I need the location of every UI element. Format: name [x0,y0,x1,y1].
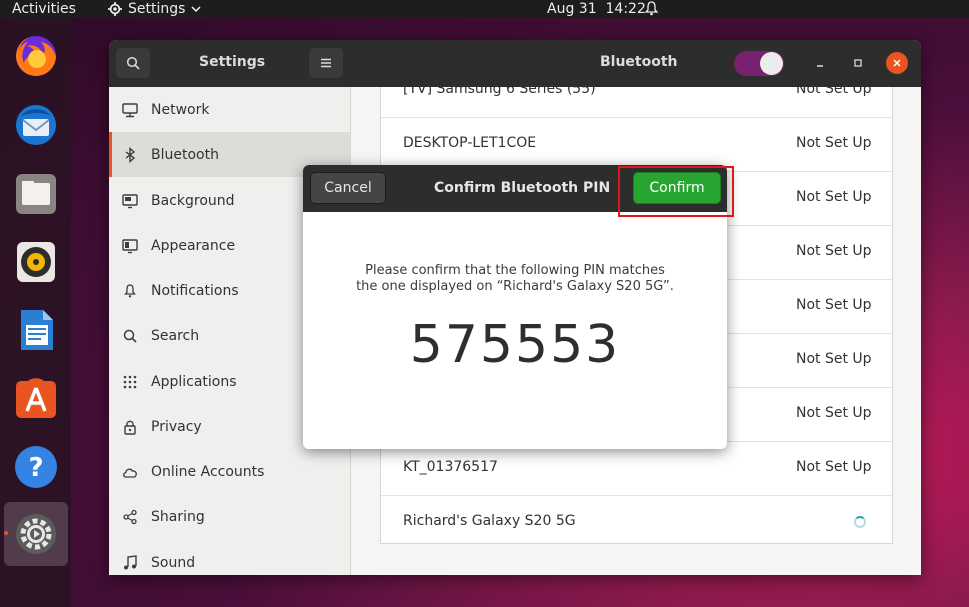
chevron-down-icon [191,6,201,13]
svg-text:?: ? [28,453,43,483]
device-row[interactable]: [TV] Samsung 6 Series (55) Not Set Up [381,87,892,118]
search-icon [122,328,138,344]
rhythmbox-icon[interactable] [12,238,60,286]
device-status: Not Set Up [796,189,872,205]
cloud-icon [122,464,138,480]
device-status: Not Set Up [796,459,872,475]
loading-spinner-icon [854,516,866,528]
header-bar: Settings Bluetooth [109,40,921,87]
gear-icon [108,2,122,16]
cancel-button[interactable]: Cancel [310,172,386,204]
confirm-pin-dialog: Cancel Confirm Bluetooth PIN Confirm Ple… [303,165,727,449]
appearance-icon [122,238,138,254]
dialog-header: Cancel Confirm Bluetooth PIN Confirm [303,165,727,212]
search-icon [126,56,140,70]
panel-title: Bluetooth [600,54,678,70]
sidebar-item-label: Network [151,101,210,118]
clock-date: Aug 31 [547,1,597,17]
settings-title: Settings [199,54,266,70]
toggle-knob [760,52,783,75]
device-status: Not Set Up [796,135,872,151]
clock-time: 14:22 [605,1,646,17]
device-row[interactable]: DESKTOP-LET1COE Not Set Up [381,118,892,172]
device-name: Richard's Galaxy S20 5G [403,513,576,529]
dialog-message: Please confirm that the following PIN ma… [303,263,727,295]
close-button[interactable] [886,52,908,74]
firefox-icon[interactable] [12,32,60,80]
device-name: DESKTOP-LET1COE [403,135,537,151]
confirm-button[interactable]: Confirm [633,172,721,204]
settings-icon[interactable] [12,510,60,558]
sidebar-item-network[interactable]: Network [109,87,350,132]
thunderbird-icon[interactable] [12,101,60,149]
sidebar-item-sharing[interactable]: Sharing [109,494,350,539]
lock-icon [122,419,138,435]
sidebar-item-label: Sound [151,554,196,571]
device-row[interactable]: KT_01376517 Not Set Up [381,442,892,496]
share-icon [122,509,138,525]
bluetooth-icon [122,146,138,163]
sidebar-item-label: Background [151,192,235,209]
device-status: Not Set Up [796,297,872,313]
network-icon [122,102,138,118]
bluetooth-toggle[interactable] [734,51,784,76]
top-bar: Activities Settings Aug 31 14:22 [0,0,969,18]
hamburger-icon [321,58,331,68]
device-status: Not Set Up [796,243,872,259]
device-row[interactable]: Richard's Galaxy S20 5G [381,496,892,543]
sidebar-item-label: Bluetooth [151,146,219,163]
files-icon[interactable] [12,170,60,218]
software-center-icon[interactable] [12,374,60,422]
sidebar-item-label: Online Accounts [151,463,265,480]
app-menu[interactable]: Settings [108,0,201,18]
dialog-message-line-1: Please confirm that the following PIN ma… [365,263,665,278]
pin-code: 575553 [409,315,621,375]
sidebar-item-label: Search [151,327,200,344]
sidebar-item-label: Appearance [151,237,236,254]
sidebar-item-sound[interactable]: Sound [109,540,350,575]
dialog-title: Confirm Bluetooth PIN [434,180,611,196]
close-icon [893,59,901,67]
sidebar-item-label: Privacy [151,418,202,435]
activities-button[interactable]: Activities [12,0,76,18]
grid-icon [122,374,138,390]
search-button[interactable] [116,48,150,78]
notification-bell-icon [644,1,659,21]
dialog-message-line-2: the one displayed on “Richard's Galaxy S… [356,279,674,294]
app-menu-label: Settings [128,1,186,17]
device-name: [TV] Samsung 6 Series (55) [403,87,596,97]
music-icon [122,554,138,571]
bell-icon [122,283,138,299]
background-icon [122,193,138,209]
minimize-button[interactable] [809,52,831,74]
sidebar-item-label: Applications [151,373,237,390]
sidebar-item-online-accounts[interactable]: Online Accounts [109,449,350,494]
device-status: Not Set Up [796,405,872,421]
sidebar-item-label: Notifications [151,282,239,299]
maximize-icon [854,59,862,67]
sidebar-item-label: Sharing [151,508,205,525]
device-status: Not Set Up [796,351,872,367]
maximize-button[interactable] [847,52,869,74]
dock: ? [0,18,71,607]
clock[interactable]: Aug 31 14:22 [547,0,646,18]
device-name: KT_01376517 [403,459,498,475]
libreoffice-writer-icon[interactable] [12,306,60,354]
minimize-icon [817,65,823,67]
help-icon[interactable]: ? [12,443,60,491]
running-indicator [4,531,8,535]
hamburger-menu-button[interactable] [309,48,343,78]
device-status: Not Set Up [796,87,872,97]
